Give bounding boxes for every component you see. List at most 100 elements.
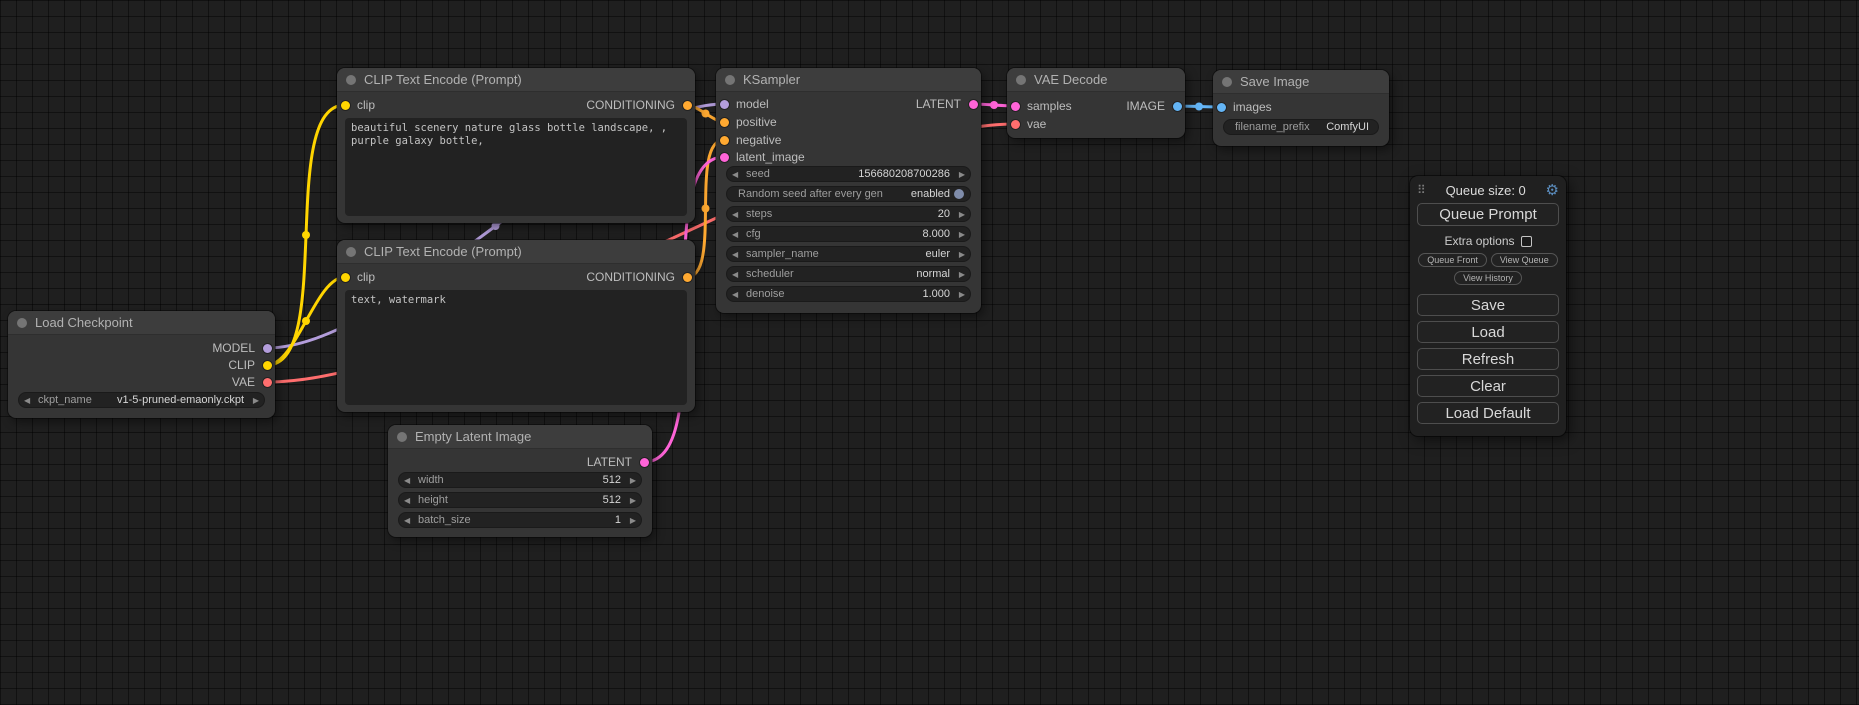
increment-arrow-icon[interactable]: ▶	[954, 210, 965, 219]
widget-value: 512	[444, 474, 621, 486]
gear-icon[interactable]: ⚙	[1546, 183, 1559, 198]
link-midpoint-dot[interactable]	[302, 317, 310, 325]
node-ksampler[interactable]: KSampler model positive negative latent_…	[716, 68, 981, 313]
input-dot-samples[interactable]	[1011, 102, 1020, 111]
decrement-arrow-icon[interactable]: ◀	[24, 396, 35, 405]
refresh-button[interactable]: Refresh	[1417, 348, 1559, 370]
collapse-dot-icon[interactable]	[1222, 77, 1232, 87]
node-titlebar[interactable]: CLIP Text Encode (Prompt)	[337, 240, 695, 264]
input-dot-clip[interactable]	[341, 273, 350, 282]
widget-filename-prefix[interactable]: filename_prefixComfyUI	[1223, 119, 1379, 135]
widget-seed[interactable]: ◀seed156680208700286▶	[726, 166, 971, 182]
node-titlebar[interactable]: KSampler	[716, 68, 981, 92]
collapse-dot-icon[interactable]	[1016, 75, 1026, 85]
link-midpoint-dot[interactable]	[302, 231, 310, 239]
increment-arrow-icon[interactable]: ▶	[954, 250, 965, 259]
view-queue-button[interactable]: View Queue	[1491, 253, 1558, 267]
drag-handle-icon[interactable]: ⠿	[1417, 183, 1426, 197]
collapse-dot-icon[interactable]	[725, 75, 735, 85]
node-save-image[interactable]: Save Image images filename_prefixComfyUI	[1213, 70, 1389, 146]
node-titlebar[interactable]: Load Checkpoint	[8, 311, 275, 335]
widget-value: 1	[471, 514, 621, 526]
widget-cfg[interactable]: ◀cfg8.000▶	[726, 226, 971, 242]
view-history-button[interactable]: View History	[1454, 271, 1522, 285]
increment-arrow-icon[interactable]: ▶	[954, 270, 965, 279]
collapse-dot-icon[interactable]	[397, 432, 407, 442]
widget-batch-size[interactable]: ◀batch_size1▶	[398, 512, 642, 528]
node-title: CLIP Text Encode (Prompt)	[364, 72, 522, 87]
link-midpoint-dot[interactable]	[702, 205, 710, 213]
widget-scheduler[interactable]: ◀schedulernormal▶	[726, 266, 971, 282]
widget-sampler-name[interactable]: ◀sampler_nameeuler▶	[726, 246, 971, 262]
node-titlebar[interactable]: Save Image	[1213, 70, 1389, 94]
widget-width[interactable]: ◀width512▶	[398, 472, 642, 488]
increment-arrow-icon[interactable]: ▶	[954, 290, 965, 299]
decrement-arrow-icon[interactable]: ◀	[404, 496, 415, 505]
collapse-dot-icon[interactable]	[346, 75, 356, 85]
output-dot-vae[interactable]	[263, 378, 272, 387]
output-dot-latent[interactable]	[640, 458, 649, 467]
prompt-textarea[interactable]: text, watermark	[345, 290, 687, 405]
clear-button[interactable]: Clear	[1417, 375, 1559, 397]
increment-arrow-icon[interactable]: ▶	[625, 476, 636, 485]
link-midpoint-dot[interactable]	[492, 222, 500, 230]
output-dot-image[interactable]	[1173, 102, 1182, 111]
link-midpoint-dot[interactable]	[1195, 103, 1203, 111]
decrement-arrow-icon[interactable]: ◀	[732, 270, 743, 279]
decrement-arrow-icon[interactable]: ◀	[404, 476, 415, 485]
increment-arrow-icon[interactable]: ▶	[625, 516, 636, 525]
queue-front-button[interactable]: Queue Front	[1418, 253, 1487, 267]
output-dot-clip[interactable]	[263, 361, 272, 370]
graph-canvas[interactable]: { "icons": { "left_arrow": "◀", "right_a…	[0, 0, 1859, 705]
input-slot-label-negative: negative	[736, 133, 781, 147]
widget-height[interactable]: ◀height512▶	[398, 492, 642, 508]
extra-options-checkbox[interactable]	[1521, 236, 1532, 247]
output-dot-model[interactable]	[263, 344, 272, 353]
increment-arrow-icon[interactable]: ▶	[954, 170, 965, 179]
decrement-arrow-icon[interactable]: ◀	[732, 290, 743, 299]
queue-panel: ⠿ Queue size: 0 ⚙ Queue Prompt Extra opt…	[1410, 176, 1566, 436]
save-button[interactable]: Save	[1417, 294, 1559, 316]
input-dot-vae[interactable]	[1011, 120, 1020, 129]
decrement-arrow-icon[interactable]: ◀	[404, 516, 415, 525]
widget-random-seed-after-every-gen[interactable]: Random seed after every genenabled	[726, 186, 971, 202]
node-load-checkpoint[interactable]: Load Checkpoint MODEL CLIP VAE ◀ckpt_nam…	[8, 311, 275, 418]
widget-ckpt-name[interactable]: ◀ckpt_namev1-5-pruned-emaonly.ckpt▶	[18, 392, 265, 408]
decrement-arrow-icon[interactable]: ◀	[732, 230, 743, 239]
node-clip-text-encode-positive[interactable]: CLIP Text Encode (Prompt) clip CONDITION…	[337, 68, 695, 223]
input-dot-latent-image[interactable]	[720, 153, 729, 162]
widget-denoise[interactable]: ◀denoise1.000▶	[726, 286, 971, 302]
load-button[interactable]: Load	[1417, 321, 1559, 343]
widget-label: denoise	[746, 288, 785, 300]
increment-arrow-icon[interactable]: ▶	[248, 396, 259, 405]
node-vae-decode[interactable]: VAE Decode samples vae IMAGE	[1007, 68, 1185, 138]
widget-steps[interactable]: ◀steps20▶	[726, 206, 971, 222]
load-default-button[interactable]: Load Default	[1417, 402, 1559, 424]
node-empty-latent-image[interactable]: Empty Latent Image LATENT ◀width512▶◀hei…	[388, 425, 652, 537]
queue-prompt-button[interactable]: Queue Prompt	[1417, 203, 1559, 226]
increment-arrow-icon[interactable]: ▶	[625, 496, 636, 505]
decrement-arrow-icon[interactable]: ◀	[732, 250, 743, 259]
input-dot-negative[interactable]	[720, 136, 729, 145]
output-dot-conditioning[interactable]	[683, 273, 692, 282]
decrement-arrow-icon[interactable]: ◀	[732, 210, 743, 219]
toggle-knob[interactable]	[954, 189, 964, 199]
node-clip-text-encode-negative[interactable]: CLIP Text Encode (Prompt) clip CONDITION…	[337, 240, 695, 412]
output-slot-label-latent: LATENT	[916, 97, 961, 111]
input-dot-positive[interactable]	[720, 118, 729, 127]
node-titlebar[interactable]: Empty Latent Image	[388, 425, 652, 449]
output-dot-conditioning[interactable]	[683, 101, 692, 110]
link-midpoint-dot[interactable]	[990, 101, 998, 109]
input-dot-model[interactable]	[720, 100, 729, 109]
node-titlebar[interactable]: VAE Decode	[1007, 68, 1185, 92]
input-dot-clip[interactable]	[341, 101, 350, 110]
prompt-textarea[interactable]: beautiful scenery nature glass bottle la…	[345, 118, 687, 216]
collapse-dot-icon[interactable]	[17, 318, 27, 328]
link-midpoint-dot[interactable]	[702, 110, 710, 118]
input-dot-images[interactable]	[1217, 103, 1226, 112]
output-dot-latent[interactable]	[969, 100, 978, 109]
collapse-dot-icon[interactable]	[346, 247, 356, 257]
node-titlebar[interactable]: CLIP Text Encode (Prompt)	[337, 68, 695, 92]
increment-arrow-icon[interactable]: ▶	[954, 230, 965, 239]
decrement-arrow-icon[interactable]: ◀	[732, 170, 743, 179]
